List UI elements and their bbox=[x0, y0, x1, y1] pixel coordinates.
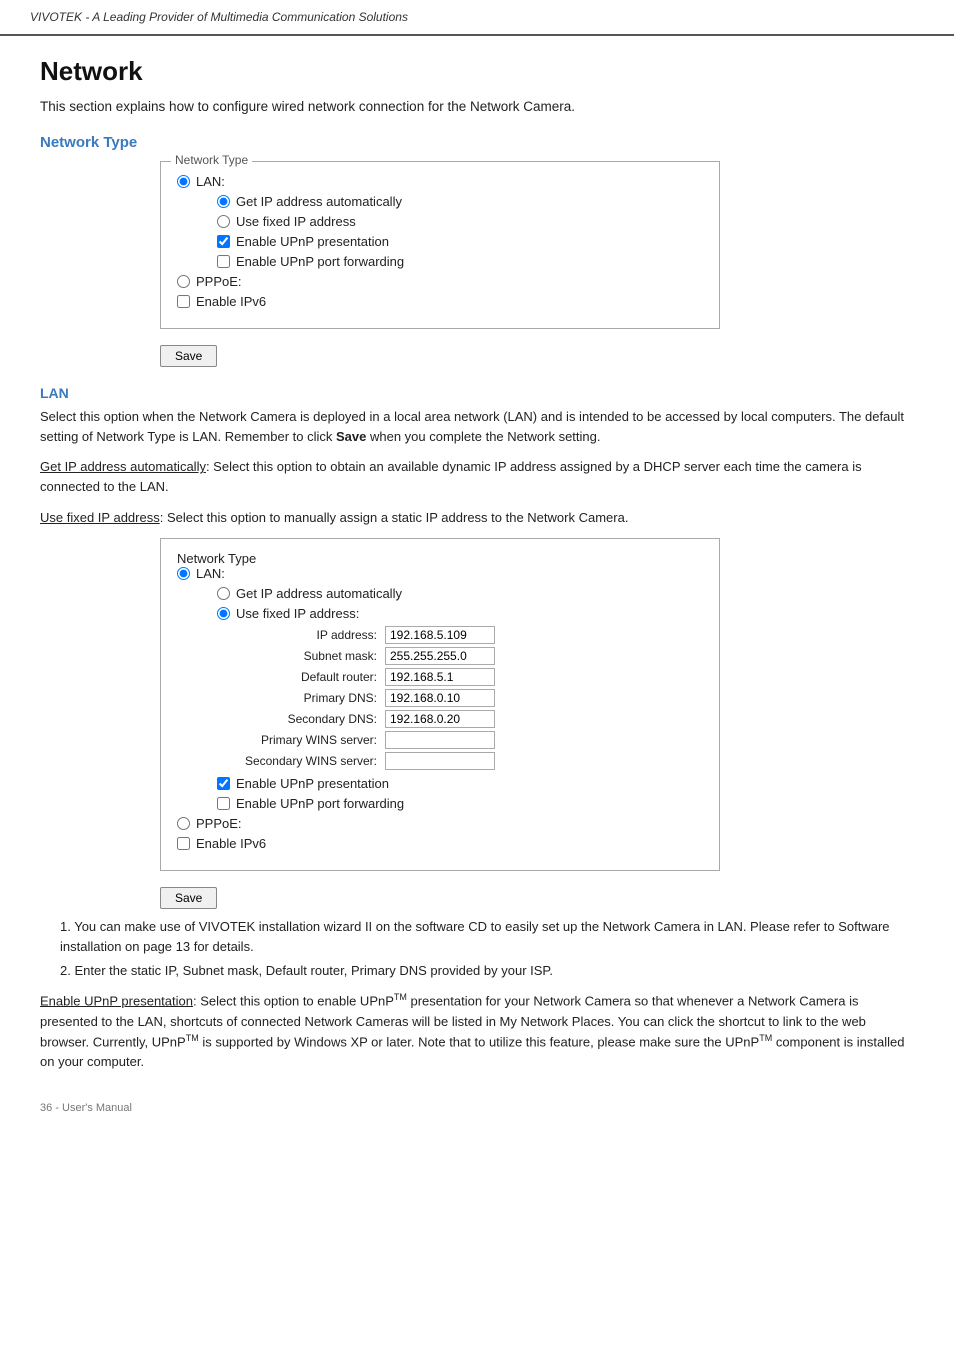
pppoe-radio[interactable] bbox=[177, 275, 190, 288]
use-fixed-ip-radio[interactable] bbox=[217, 215, 230, 228]
secondary-wins-label: Secondary WINS server: bbox=[237, 754, 377, 768]
use-fixed-ip-label2: Use fixed IP address: bbox=[236, 606, 359, 621]
ip-address-row: IP address: bbox=[237, 626, 703, 644]
upnp-forwarding-label1: Enable UPnP port forwarding bbox=[236, 254, 404, 269]
lan-heading: LAN bbox=[40, 385, 914, 401]
ip-address-input[interactable] bbox=[385, 626, 495, 644]
ipv6-row1[interactable]: Enable IPv6 bbox=[177, 294, 703, 309]
network-type-box2: Network Type LAN: Get IP address automat… bbox=[160, 538, 720, 871]
pppoe-label2: PPPoE: bbox=[196, 816, 242, 831]
ipv6-label1: Enable IPv6 bbox=[196, 294, 266, 309]
upnp-forwarding-check1[interactable] bbox=[217, 255, 230, 268]
secondary-wins-input[interactable] bbox=[385, 752, 495, 770]
page-number: 36 - User's Manual bbox=[40, 1102, 132, 1114]
upnp-presentation-label1: Enable UPnP presentation bbox=[236, 234, 389, 249]
lan-description: Select this option when the Network Came… bbox=[40, 407, 914, 447]
secondary-dns-row: Secondary DNS: bbox=[237, 710, 703, 728]
get-ip-auto-row2[interactable]: Get IP address automatically bbox=[217, 586, 703, 601]
page-title: Network bbox=[40, 56, 914, 87]
upnp-presentation-check2[interactable] bbox=[217, 777, 230, 790]
lan-radio-row2[interactable]: LAN: bbox=[177, 566, 703, 581]
ipv6-check1[interactable] bbox=[177, 295, 190, 308]
router-label: Default router: bbox=[237, 670, 377, 684]
lan-label2: LAN: bbox=[196, 566, 225, 581]
router-input[interactable] bbox=[385, 668, 495, 686]
get-ip-desc: Get IP address automatically: Select thi… bbox=[40, 457, 914, 497]
upnp-presentation-row1[interactable]: Enable UPnP presentation bbox=[217, 234, 703, 249]
use-fixed-ip-radio2[interactable] bbox=[217, 607, 230, 620]
use-fixed-desc: Use fixed IP address: Select this option… bbox=[40, 508, 914, 528]
subnet-label: Subnet mask: bbox=[237, 649, 377, 663]
pppoe-radio-row[interactable]: PPPoE: bbox=[177, 274, 703, 289]
secondary-wins-row: Secondary WINS server: bbox=[237, 752, 703, 770]
upnp-forwarding-check2[interactable] bbox=[217, 797, 230, 810]
pppoe-radio2[interactable] bbox=[177, 817, 190, 830]
ipv6-check2[interactable] bbox=[177, 837, 190, 850]
lan-radio2[interactable] bbox=[177, 567, 190, 580]
get-ip-auto-radio2[interactable] bbox=[217, 587, 230, 600]
brand-text: VIVOTEK - A Leading Provider of Multimed… bbox=[30, 10, 408, 24]
ipv6-label2: Enable IPv6 bbox=[196, 836, 266, 851]
save-button1[interactable]: Save bbox=[160, 345, 217, 367]
network-type-heading: Network Type bbox=[40, 134, 914, 151]
subnet-row: Subnet mask: bbox=[237, 647, 703, 665]
notes-list: 1. You can make use of VIVOTEK installat… bbox=[60, 917, 914, 981]
primary-wins-row: Primary WINS server: bbox=[237, 731, 703, 749]
upnp-forwarding-label2: Enable UPnP port forwarding bbox=[236, 796, 404, 811]
use-fixed-ip-row2[interactable]: Use fixed IP address: bbox=[217, 606, 703, 621]
get-ip-auto-label: Get IP address automatically bbox=[236, 194, 402, 209]
note2: 2. Enter the static IP, Subnet mask, Def… bbox=[60, 961, 914, 981]
primary-dns-row: Primary DNS: bbox=[237, 689, 703, 707]
save-button2[interactable]: Save bbox=[160, 887, 217, 909]
get-ip-auto-row[interactable]: Get IP address automatically bbox=[217, 194, 703, 209]
pppoe-label: PPPoE: bbox=[196, 274, 242, 289]
header-bar: VIVOTEK - A Leading Provider of Multimed… bbox=[0, 0, 954, 36]
primary-dns-label: Primary DNS: bbox=[237, 691, 377, 705]
primary-wins-input[interactable] bbox=[385, 731, 495, 749]
upnp-footer-text: Enable UPnP presentation: Select this op… bbox=[40, 991, 914, 1072]
lan-radio[interactable] bbox=[177, 175, 190, 188]
lan-label: LAN: bbox=[196, 174, 225, 189]
upnp-forwarding-row1[interactable]: Enable UPnP port forwarding bbox=[217, 254, 703, 269]
intro-text: This section explains how to configure w… bbox=[40, 99, 914, 114]
get-ip-auto-radio[interactable] bbox=[217, 195, 230, 208]
upnp-presentation-label2: Enable UPnP presentation bbox=[236, 776, 389, 791]
box2-legend: Network Type bbox=[177, 551, 256, 566]
use-fixed-ip-label: Use fixed IP address bbox=[236, 214, 356, 229]
primary-dns-input[interactable] bbox=[385, 689, 495, 707]
ip-address-label: IP address: bbox=[237, 628, 377, 642]
upnp-underline: Enable UPnP presentation bbox=[40, 993, 193, 1008]
box1-legend: Network Type bbox=[171, 153, 252, 167]
note1: 1. You can make use of VIVOTEK installat… bbox=[60, 917, 914, 957]
get-ip-auto-label2: Get IP address automatically bbox=[236, 586, 402, 601]
use-fixed-underline: Use fixed IP address bbox=[40, 510, 160, 525]
ipv6-row2[interactable]: Enable IPv6 bbox=[177, 836, 703, 851]
secondary-dns-label: Secondary DNS: bbox=[237, 712, 377, 726]
upnp-presentation-check1[interactable] bbox=[217, 235, 230, 248]
network-type-box1: Network Type LAN: Get IP address automat… bbox=[160, 161, 720, 329]
get-ip-underline: Get IP address automatically bbox=[40, 459, 206, 474]
lan-radio-row[interactable]: LAN: bbox=[177, 174, 703, 189]
upnp-forwarding-row2[interactable]: Enable UPnP port forwarding bbox=[217, 796, 703, 811]
secondary-dns-input[interactable] bbox=[385, 710, 495, 728]
page-footer: 36 - User's Manual bbox=[40, 1102, 914, 1114]
subnet-input[interactable] bbox=[385, 647, 495, 665]
router-row: Default router: bbox=[237, 668, 703, 686]
use-fixed-ip-row[interactable]: Use fixed IP address bbox=[217, 214, 703, 229]
primary-wins-label: Primary WINS server: bbox=[237, 733, 377, 747]
upnp-presentation-row2[interactable]: Enable UPnP presentation bbox=[217, 776, 703, 791]
pppoe-radio-row2[interactable]: PPPoE: bbox=[177, 816, 703, 831]
